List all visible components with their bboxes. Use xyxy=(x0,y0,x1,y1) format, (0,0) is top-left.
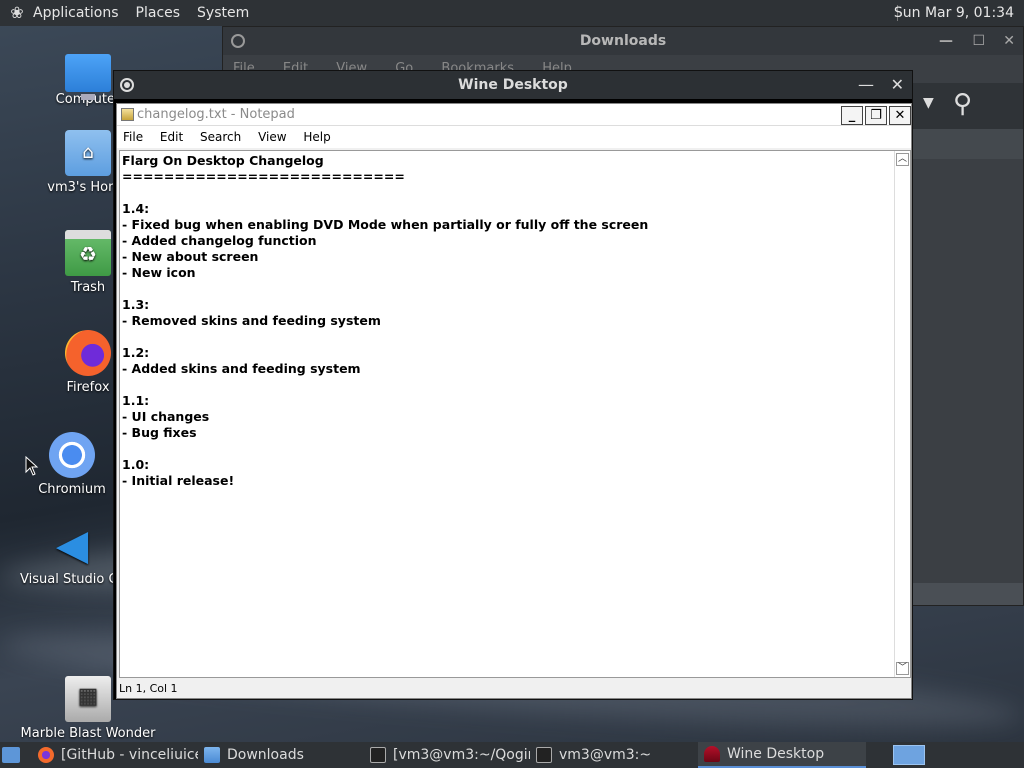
wine-titlebar[interactable]: Wine Desktop — ✕ xyxy=(114,71,912,99)
system-menu[interactable]: System xyxy=(197,5,249,21)
notepad-titlebar[interactable]: changelog.txt - Notepad _ ❐ ✕ xyxy=(117,104,911,126)
search-icon[interactable]: ⚲ xyxy=(953,91,972,117)
desktop-icon-label: Visual Studio Code xyxy=(20,572,124,587)
dropdown-arrow-icon[interactable]: ▼ xyxy=(923,95,934,111)
notepad-icon[interactable] xyxy=(121,108,134,121)
panel-clock[interactable]: Sun Mar 9, 01:34 xyxy=(894,0,1014,26)
status-strip xyxy=(913,583,1023,605)
top-panel: ❀ Applications Places System Sun Mar 9, … xyxy=(0,0,1024,26)
marble-blast-icon xyxy=(65,676,111,722)
desktop-icon-label: Chromium xyxy=(38,482,106,497)
wine-title: Wine Desktop xyxy=(458,77,568,93)
menu-edit[interactable]: Edit xyxy=(160,130,183,144)
home-folder-icon xyxy=(65,130,111,176)
firefox-icon xyxy=(38,747,54,763)
computer-icon xyxy=(65,54,111,100)
menu-help[interactable]: Help xyxy=(303,130,330,144)
wine-desktop-window[interactable]: Wine Desktop — ✕ changelog.txt - Notepad… xyxy=(113,70,913,700)
taskbar-item-wine-desktop[interactable]: Wine Desktop xyxy=(698,742,866,768)
window-menu-icon[interactable] xyxy=(120,78,134,92)
menu-file[interactable]: File xyxy=(123,130,143,144)
menu-search[interactable]: Search xyxy=(200,130,241,144)
minimize-button[interactable]: _ xyxy=(841,106,863,125)
notepad-text-area[interactable]: Flarg On Desktop Changelog =============… xyxy=(119,150,911,678)
downloads-title: Downloads xyxy=(579,33,667,49)
bottom-taskbar: [GitHub - vinceliuice... Downloads [vm3@… xyxy=(0,742,1024,768)
taskbar-item-github[interactable]: [GitHub - vinceliuice... xyxy=(38,742,198,768)
scroll-up-icon[interactable]: ︿ xyxy=(896,153,909,166)
gnome-foot-icon[interactable]: ❀ xyxy=(8,4,26,22)
taskbar-item-terminal-qogir[interactable]: [vm3@vm3:~/Qogir... xyxy=(370,742,530,768)
wine-icon xyxy=(704,746,720,762)
downloads-titlebar[interactable]: Downloads — ☐ ✕ xyxy=(223,27,1023,55)
trash-icon xyxy=(65,230,111,276)
terminal-icon xyxy=(370,747,386,763)
maximize-icon[interactable]: ☐ xyxy=(972,27,985,55)
workspace-switcher[interactable] xyxy=(893,745,925,765)
taskbar-item-downloads[interactable]: Downloads xyxy=(204,742,364,768)
vertical-scrollbar[interactable]: ︿ ﹀ xyxy=(894,151,910,677)
taskbar-item-terminal[interactable]: vm3@vm3:~ xyxy=(536,742,696,768)
status-bar: Ln 1, Col 1 xyxy=(119,682,178,695)
desktop-icon-label: Marble Blast Wonder xyxy=(20,726,156,741)
menu-view[interactable]: View xyxy=(258,130,286,144)
close-icon[interactable]: ✕ xyxy=(1003,27,1015,55)
panel-menus: ❀ Applications Places System xyxy=(0,0,274,26)
changelog-text[interactable]: Flarg On Desktop Changelog =============… xyxy=(122,153,892,489)
close-icon[interactable]: ✕ xyxy=(891,71,904,99)
firefox-icon xyxy=(65,330,111,376)
terminal-icon xyxy=(536,747,552,763)
vscode-icon xyxy=(49,522,95,568)
desktop-icon-vscode[interactable]: Visual Studio Code xyxy=(20,522,124,587)
restore-button[interactable]: ❐ xyxy=(865,106,887,125)
minimize-icon[interactable]: — xyxy=(939,27,953,55)
show-desktop-icon[interactable] xyxy=(2,747,20,763)
downloads-toolbar: ▼ ⚲ xyxy=(913,83,1023,129)
scroll-down-icon[interactable]: ﹀ xyxy=(896,662,909,675)
applications-menu[interactable]: Applications xyxy=(33,5,119,21)
location-bar xyxy=(913,129,1023,159)
chromium-icon xyxy=(49,432,95,478)
notepad-window[interactable]: changelog.txt - Notepad _ ❐ ✕ File Edit … xyxy=(116,103,912,699)
close-button[interactable]: ✕ xyxy=(889,106,911,125)
notepad-menubar: File Edit Search View Help xyxy=(117,126,911,148)
folder-icon xyxy=(204,747,220,763)
minimize-icon[interactable]: — xyxy=(858,71,874,99)
window-menu-icon[interactable] xyxy=(231,34,245,48)
places-menu[interactable]: Places xyxy=(136,5,181,21)
notepad-title: changelog.txt - Notepad xyxy=(137,107,295,122)
